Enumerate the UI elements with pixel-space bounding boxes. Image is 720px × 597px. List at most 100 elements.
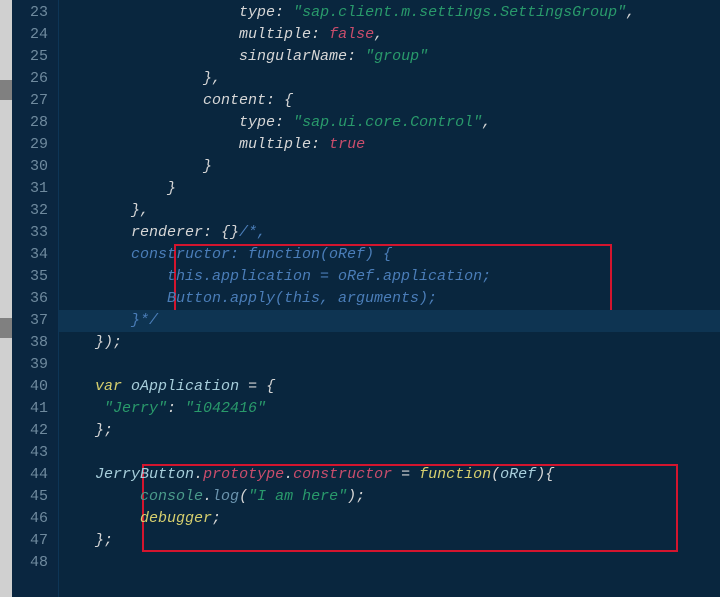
token-prop: oApplication [131, 378, 239, 395]
token-bool: true [329, 136, 365, 153]
token-str: "Jerry" [104, 400, 167, 417]
token-cmt: /*, [239, 224, 266, 241]
token-kw: var [95, 378, 122, 395]
token-cmt: }*/ [59, 312, 158, 329]
code-line[interactable] [59, 354, 720, 376]
token-cmt: this.application = oRef.application; [59, 268, 491, 285]
token-pl: }; [59, 532, 113, 549]
code-line[interactable]: debugger; [59, 508, 720, 530]
token-bool: false [329, 26, 374, 43]
token-pl: , [374, 26, 383, 43]
line-number-gutter: 2324252627282930313233343536373839404142… [0, 0, 59, 597]
token-prop: JerryButton [95, 466, 194, 483]
code-line[interactable] [59, 442, 720, 464]
token-key: type [239, 114, 275, 131]
code-area[interactable]: type: "sap.client.m.settings.SettingsGro… [59, 0, 720, 597]
token-pl [59, 510, 140, 527]
token-pl: : [167, 400, 185, 417]
code-line[interactable]: }, [59, 68, 720, 90]
token-pl: : [311, 26, 329, 43]
code-editor[interactable]: 2324252627282930313233343536373839404142… [0, 0, 720, 597]
token-pl: , [482, 114, 491, 131]
token-pl: . [194, 466, 203, 483]
token-key: content [203, 92, 266, 109]
token-pl: = { [239, 378, 275, 395]
code-line[interactable]: JerryButton.prototype.constructor = func… [59, 464, 720, 486]
token-pl: } [59, 180, 176, 197]
token-pl: . [284, 466, 293, 483]
token-str: "I am here" [248, 488, 347, 505]
token-reddish: constructor [293, 466, 392, 483]
token-key: renderer [131, 224, 203, 241]
code-line[interactable]: }*/ [59, 310, 720, 332]
token-glob: console [140, 488, 203, 505]
token-pl: }, [59, 70, 221, 87]
token-pl: : [311, 136, 329, 153]
token-str: "group" [365, 48, 428, 65]
token-pl: , [626, 4, 635, 21]
token-pl: : [275, 114, 293, 131]
token-pl: }; [59, 422, 113, 439]
code-line[interactable]: type: "sap.client.m.settings.SettingsGro… [59, 2, 720, 24]
token-pl: . [203, 488, 212, 505]
code-line[interactable]: }; [59, 530, 720, 552]
token-pl [59, 378, 95, 395]
token-key: multiple [239, 26, 311, 43]
token-pl [59, 224, 131, 241]
token-pl [59, 92, 203, 109]
token-pl: ( [491, 466, 500, 483]
token-pl: = [392, 466, 419, 483]
token-pl: : {} [203, 224, 239, 241]
token-pl [59, 48, 239, 65]
code-line[interactable]: "Jerry": "i042416" [59, 398, 720, 420]
token-kw: function [419, 466, 491, 483]
token-pl: ){ [536, 466, 554, 483]
code-line[interactable]: content: { [59, 90, 720, 112]
token-pl [59, 136, 239, 153]
token-pl: ( [239, 488, 248, 505]
token-pl: : { [266, 92, 293, 109]
token-pl [59, 488, 140, 505]
token-pl: }); [59, 334, 122, 351]
token-pl [59, 466, 95, 483]
token-pl [59, 26, 239, 43]
code-line[interactable] [59, 552, 720, 574]
token-pl: }, [59, 202, 149, 219]
token-pl: : [347, 48, 365, 65]
token-pl: ); [347, 488, 365, 505]
code-line[interactable]: }; [59, 420, 720, 442]
token-prop: oRef [500, 466, 536, 483]
code-line[interactable]: multiple: false, [59, 24, 720, 46]
code-line[interactable]: var oApplication = { [59, 376, 720, 398]
token-key: multiple [239, 136, 311, 153]
token-str: "sap.ui.core.Control" [293, 114, 482, 131]
token-kw: debugger [140, 510, 212, 527]
code-line[interactable]: multiple: true [59, 134, 720, 156]
token-pl [59, 4, 239, 21]
token-pl: } [59, 158, 212, 175]
code-line[interactable]: renderer: {}/*, [59, 222, 720, 244]
token-func: log [212, 488, 239, 505]
code-line[interactable]: this.application = oRef.application; [59, 266, 720, 288]
token-pl [59, 400, 104, 417]
token-reddish: prototype [203, 466, 284, 483]
code-line[interactable]: } [59, 178, 720, 200]
token-str: "sap.client.m.settings.SettingsGroup" [293, 4, 626, 21]
token-str: "i042416" [185, 400, 266, 417]
code-line[interactable]: constructor: function(oRef) { [59, 244, 720, 266]
code-line[interactable]: }); [59, 332, 720, 354]
code-line[interactable]: } [59, 156, 720, 178]
code-line[interactable]: type: "sap.ui.core.Control", [59, 112, 720, 134]
token-pl: : [275, 4, 293, 21]
token-key: singularName [239, 48, 347, 65]
token-cmt: constructor: function(oRef) { [59, 246, 392, 263]
code-line[interactable]: }, [59, 200, 720, 222]
code-line[interactable]: Button.apply(this, arguments); [59, 288, 720, 310]
code-line[interactable]: console.log("I am here"); [59, 486, 720, 508]
token-cmt: Button.apply(this, arguments); [59, 290, 437, 307]
token-pl [59, 114, 239, 131]
gutter-edge [0, 0, 12, 597]
token-key: type [239, 4, 275, 21]
code-line[interactable]: singularName: "group" [59, 46, 720, 68]
token-pl: ; [212, 510, 221, 527]
